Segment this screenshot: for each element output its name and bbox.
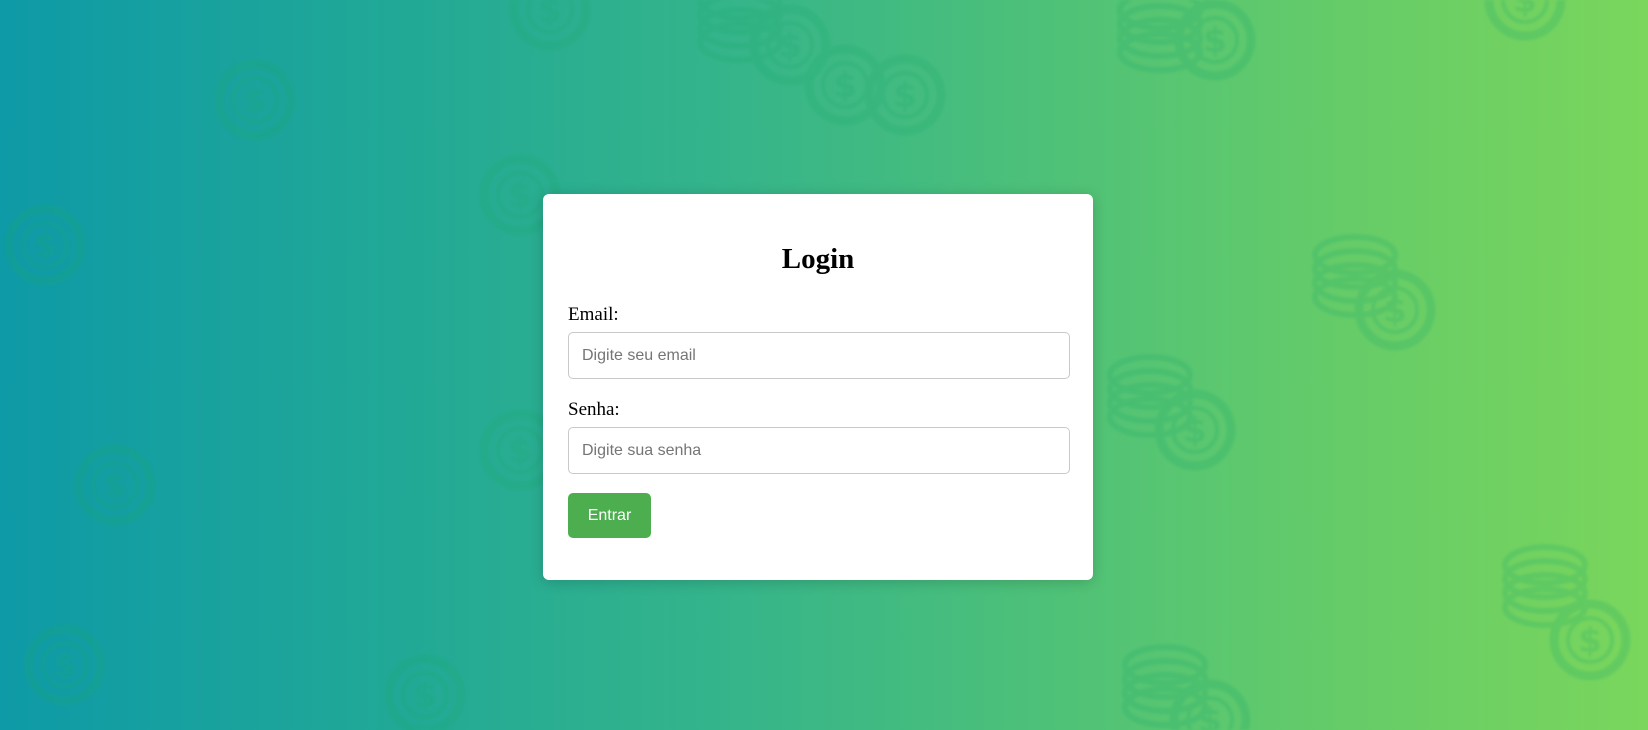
email-field[interactable]	[568, 332, 1070, 379]
password-field[interactable]	[568, 427, 1070, 474]
email-label: Email:	[568, 304, 619, 325]
login-title: Login	[781, 243, 855, 275]
password-label: Senha:	[568, 399, 620, 420]
login-submit-button[interactable]: Entrar	[568, 493, 651, 538]
login-card: Login Email: Senha: Entrar	[543, 194, 1093, 580]
